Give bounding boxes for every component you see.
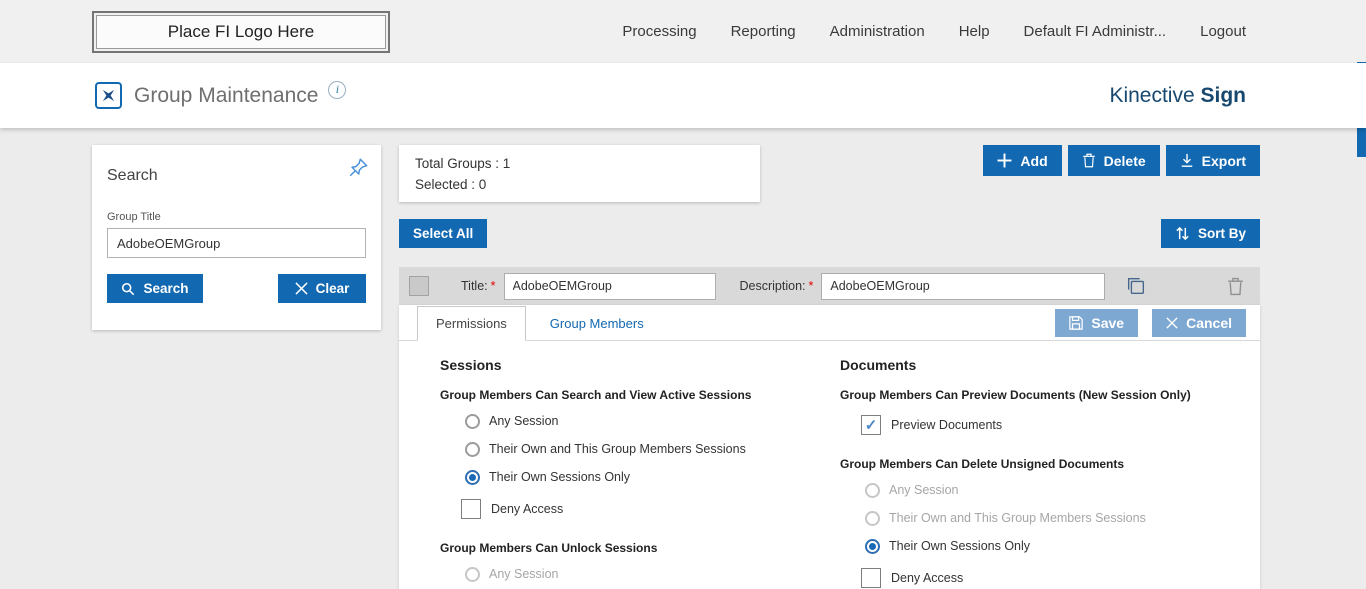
clear-button[interactable]: Clear xyxy=(278,274,366,303)
sessions-heading: Sessions xyxy=(440,357,840,373)
group-maintenance-icon xyxy=(95,82,122,109)
group-row: Title:* Description:* xyxy=(399,267,1260,305)
deny-access-row[interactable]: Deny Access xyxy=(461,499,840,519)
radio-icon[interactable] xyxy=(465,414,480,429)
radio-option[interactable]: Their Own and This Group Members Session… xyxy=(465,440,840,458)
nav-administration[interactable]: Administration xyxy=(830,23,925,40)
radio-icon-selected[interactable] xyxy=(465,470,480,485)
description-input[interactable] xyxy=(821,273,1105,300)
info-icon[interactable]: i xyxy=(328,81,346,99)
search-view-label: Group Members Can Search and View Active… xyxy=(440,388,840,402)
tab-group-members[interactable]: Group Members xyxy=(532,306,662,341)
select-all-button[interactable]: Select All xyxy=(399,219,487,248)
nav-help[interactable]: Help xyxy=(959,23,990,40)
sort-arrows-icon xyxy=(1175,226,1190,241)
brand-first: Kinective xyxy=(1109,84,1194,107)
trash-icon xyxy=(1082,153,1096,168)
radio-option-disabled: Their Own and This Group Members Session… xyxy=(865,509,1260,527)
title-label: Title:* xyxy=(461,279,496,293)
pin-icon[interactable] xyxy=(347,157,369,179)
export-button[interactable]: Export xyxy=(1166,145,1260,176)
copy-icon xyxy=(1125,275,1147,297)
content-area: Total Groups : 1 Selected : 0 Add Delete… xyxy=(399,145,1260,589)
radio-option-disabled: Any Session xyxy=(865,481,1260,499)
search-panel: Search Group Title Search Clear xyxy=(92,145,381,330)
trash-icon xyxy=(1227,277,1244,296)
documents-heading: Documents xyxy=(840,357,1260,373)
description-label: Description:* xyxy=(740,279,814,293)
main-area: Search Group Title Search Clear Total Gr… xyxy=(0,128,1366,589)
title-input[interactable] xyxy=(504,273,716,300)
search-icon xyxy=(121,282,135,296)
checkbox-unchecked-icon[interactable] xyxy=(461,499,481,519)
radio-icon xyxy=(865,511,880,526)
preview-documents-label: Group Members Can Preview Documents (New… xyxy=(840,388,1260,402)
cancel-x-icon xyxy=(1166,317,1178,329)
group-title-label: Group Title xyxy=(107,211,366,223)
tab-permissions[interactable]: Permissions xyxy=(417,306,526,341)
tab-bar: Permissions Group Members Save Cancel xyxy=(399,305,1260,341)
fi-logo-text: Place FI Logo Here xyxy=(168,22,314,42)
radio-icon-selected[interactable] xyxy=(865,539,880,554)
delete-unsigned-label: Group Members Can Delete Unsigned Docume… xyxy=(840,457,1260,471)
radio-icon[interactable] xyxy=(465,442,480,457)
save-disk-icon xyxy=(1069,316,1083,330)
group-detail-panel: Permissions Group Members Save Cancel xyxy=(399,305,1260,589)
delete-group-row-button[interactable] xyxy=(1225,275,1246,298)
sessions-column: Sessions Group Members Can Search and Vi… xyxy=(440,351,840,589)
page-title: Group Maintenance xyxy=(134,84,318,108)
radio-icon xyxy=(465,567,480,582)
save-button[interactable]: Save xyxy=(1055,309,1138,337)
group-row-checkbox[interactable] xyxy=(409,276,429,296)
search-panel-title: Search xyxy=(107,167,366,185)
checkbox-unchecked-icon[interactable] xyxy=(861,568,881,588)
preview-documents-row[interactable]: ✓ Preview Documents xyxy=(861,415,1260,435)
total-groups-count: Total Groups : 1 xyxy=(415,153,744,174)
radio-option[interactable]: Their Own Sessions Only xyxy=(865,537,1260,555)
required-asterisk: * xyxy=(491,279,496,293)
checkbox-checked-icon[interactable]: ✓ xyxy=(861,415,881,435)
cancel-button[interactable]: Cancel xyxy=(1152,309,1246,337)
unlock-sessions-label: Group Members Can Unlock Sessions xyxy=(440,541,840,555)
radio-option-disabled: Any Session xyxy=(465,565,840,583)
group-actions: Add Delete Export xyxy=(983,145,1260,176)
top-navigation: Processing Reporting Administration Help… xyxy=(622,23,1246,40)
fi-logo-placeholder: Place FI Logo Here xyxy=(92,11,390,53)
clear-x-icon xyxy=(295,282,308,295)
add-button[interactable]: Add xyxy=(983,145,1061,176)
top-bar: Place FI Logo Here Processing Reporting … xyxy=(0,0,1366,63)
nav-reporting[interactable]: Reporting xyxy=(731,23,796,40)
documents-column: Documents Group Members Can Preview Docu… xyxy=(840,351,1260,589)
nav-logout[interactable]: Logout xyxy=(1200,23,1246,40)
sort-by-button[interactable]: Sort By xyxy=(1161,219,1260,248)
nav-processing[interactable]: Processing xyxy=(622,23,696,40)
plus-icon xyxy=(997,153,1012,168)
delete-button[interactable]: Delete xyxy=(1068,145,1160,176)
permissions-content: Sessions Group Members Can Search and Vi… xyxy=(399,341,1260,589)
search-button[interactable]: Search xyxy=(107,274,203,303)
selected-count: Selected : 0 xyxy=(415,174,744,195)
brand-logo: Kinective Sign xyxy=(1109,84,1246,108)
copy-group-button[interactable] xyxy=(1123,273,1149,299)
app-header: Group Maintenance i Kinective Sign xyxy=(0,63,1366,128)
brand-second: Sign xyxy=(1201,84,1247,107)
required-asterisk: * xyxy=(809,279,814,293)
nav-current-user[interactable]: Default FI Administr... xyxy=(1024,23,1167,40)
summary-card: Total Groups : 1 Selected : 0 xyxy=(399,145,760,202)
download-icon xyxy=(1180,153,1194,168)
group-title-input[interactable] xyxy=(107,228,366,258)
deny-access-row[interactable]: Deny Access xyxy=(861,568,1260,588)
radio-option[interactable]: Any Session xyxy=(465,412,840,430)
radio-icon xyxy=(865,483,880,498)
radio-option[interactable]: Their Own Sessions Only xyxy=(465,468,840,486)
